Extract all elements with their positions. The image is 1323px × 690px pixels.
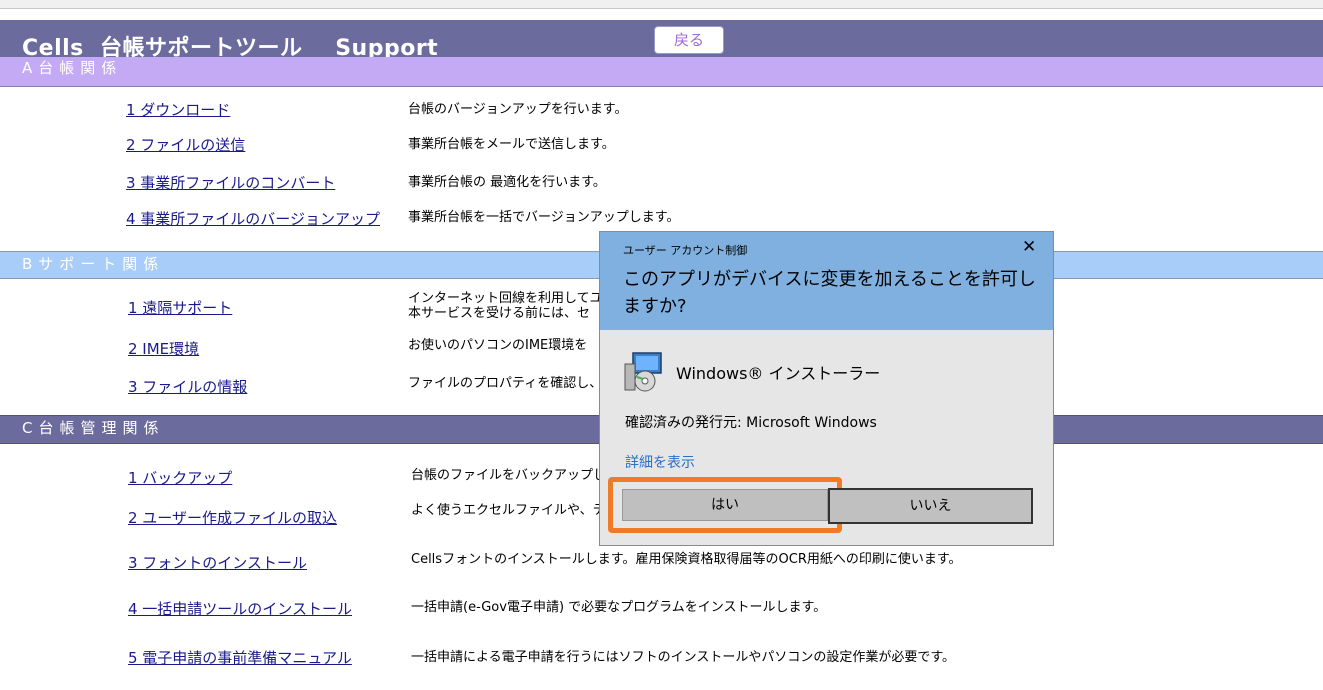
link-bulk-tool[interactable]: 4 一括申請ツールのインストール [128,598,352,619]
desc-manual: 一括申請による電子申請を行うにはソフトのインストールやパソコンの設定作業が必要で… [411,650,956,665]
desc-remote-support-2: 本サービスを受ける前には、セ [408,306,591,321]
desc-download: 台帳のバージョンアップを行います。 [408,102,628,117]
desc-remote-support-1: インターネット回線を利用してユ [408,291,603,306]
link-download[interactable]: 1 ダウンロード [126,99,230,120]
uac-program-name: Windows® インストーラー [676,364,881,383]
uac-details-link[interactable]: 詳細を表示 [625,452,695,472]
link-file-send[interactable]: 2 ファイルの送信 [126,134,245,155]
link-convert[interactable]: 3 事業所ファイルのコンバート [126,172,335,193]
no-button[interactable]: いいえ [828,488,1033,524]
section-a-header: A台帳関係 [0,57,1323,87]
uac-caption: ユーザー アカウント制御 [623,244,748,257]
link-version-up[interactable]: 4 事業所ファイルのバージョンアップ [126,208,380,229]
installer-icon [624,352,662,392]
yes-button[interactable]: はい [622,489,828,521]
close-icon[interactable]: ✕ [1022,237,1036,257]
link-font-install[interactable]: 3 フォントのインストール [128,552,307,573]
uac-publisher: 確認済みの発行元: Microsoft Windows [625,415,877,431]
desc-convert: 事業所台帳の 最適化を行います。 [408,175,606,190]
link-backup[interactable]: 1 バックアップ [128,467,232,488]
desc-version-up: 事業所台帳を一括でバージョンアップします。 [408,210,680,225]
desc-ime: お使いのパソコンのIME環境を [408,338,588,353]
browser-top-strip [0,0,1323,9]
desc-bulk-tool: 一括申請(e-Gov電子申請) で必要なプログラムをインストールします。 [411,600,827,615]
link-file-info[interactable]: 3 ファイルの情報 [128,376,247,397]
desc-file-send: 事業所台帳をメールで送信します。 [408,137,615,152]
link-remote-support[interactable]: 1 遠隔サポート [128,297,232,318]
back-button[interactable]: 戻る [654,26,724,54]
desc-import: よく使うエクセルファイルや、テ [411,503,606,518]
desc-font-install: Cellsフォントのインストールします。雇用保険資格取得届等のOCR用紙への印刷… [411,552,962,567]
desc-backup: 台帳のファイルをバックアップし [411,468,607,483]
uac-question: このアプリがデバイスに変更を加えることを許可しますか? [623,269,1036,317]
uac-dialog: ユーザー アカウント制御 ✕ このアプリがデバイスに変更を加えることを許可します… [599,231,1054,546]
link-import[interactable]: 2 ユーザー作成ファイルの取込 [128,507,337,528]
link-ime[interactable]: 2 IME環境 [128,338,199,359]
desc-file-info: ファイルのプロパティを確認し、 [408,376,603,391]
link-manual[interactable]: 5 電子申請の事前準備マニュアル [128,647,352,668]
